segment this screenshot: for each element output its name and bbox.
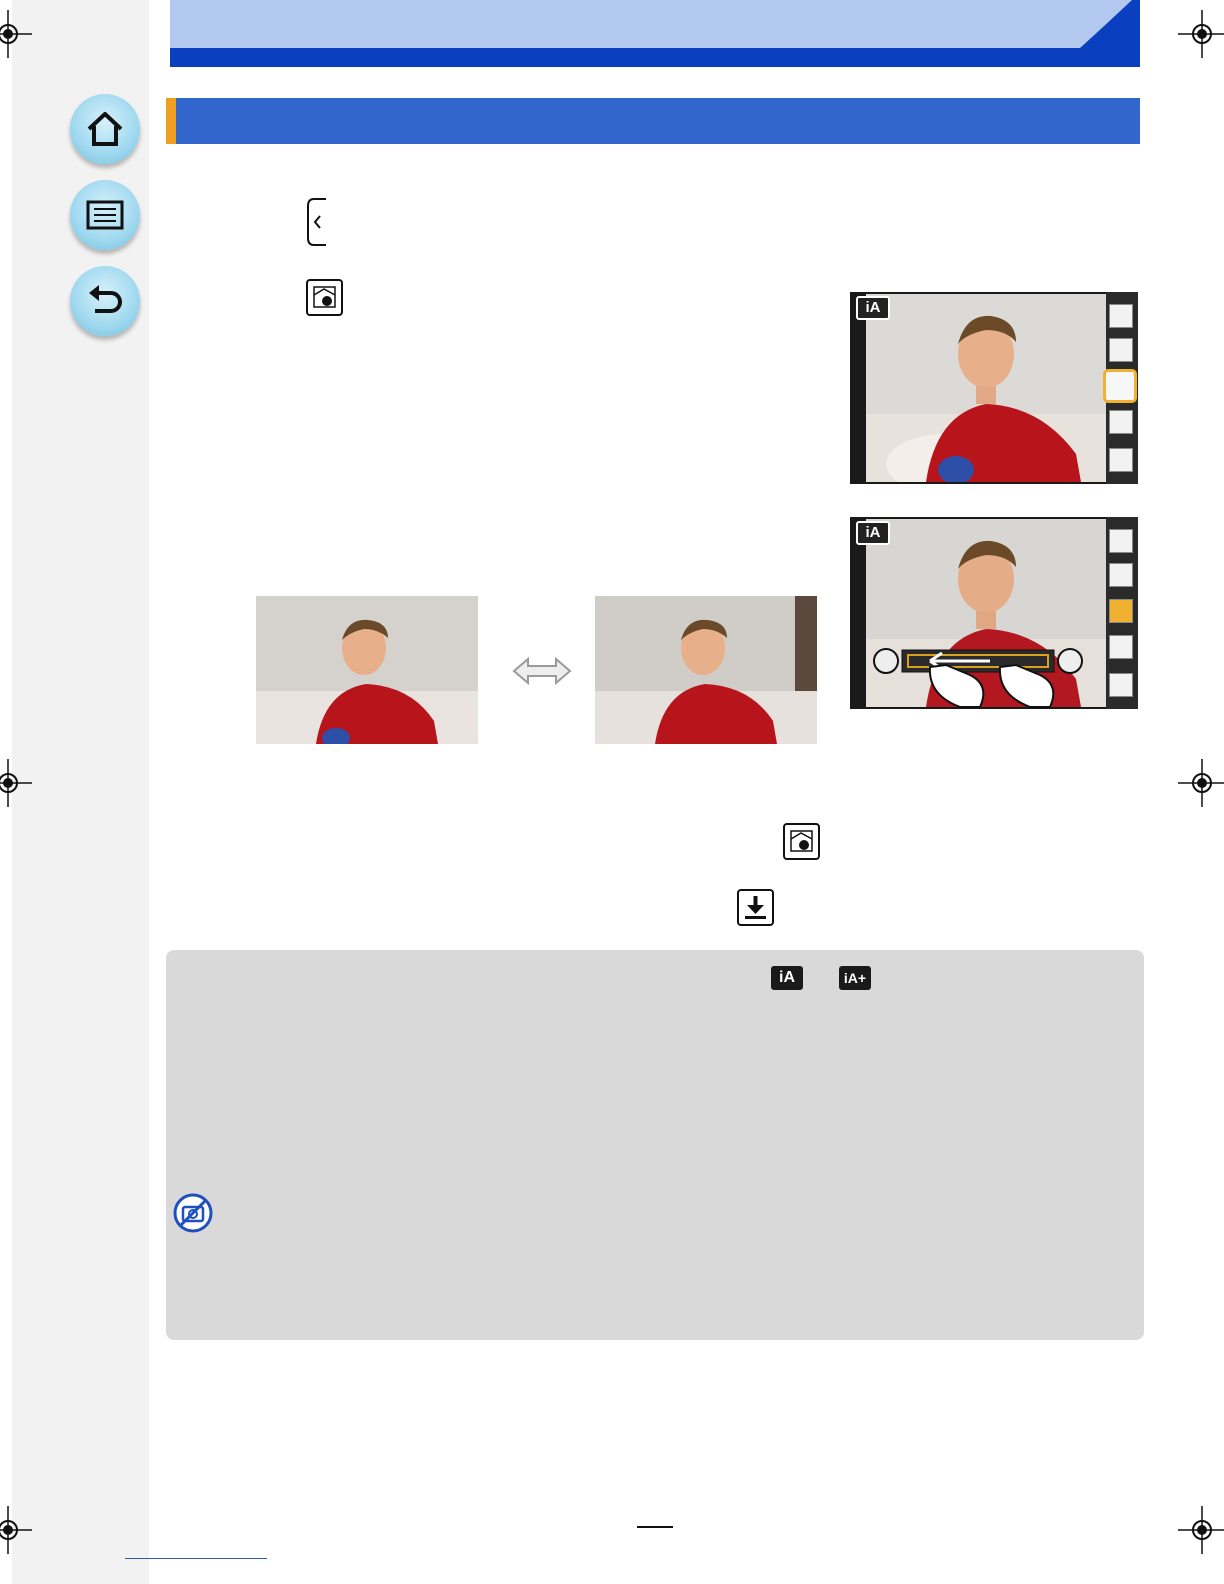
- touch-shutter-off-icon[interactable]: [1109, 338, 1133, 362]
- touch-ae-icon[interactable]: [1109, 635, 1133, 659]
- registration-mark-icon: [1178, 759, 1224, 807]
- boy-photo: [866, 294, 1106, 482]
- section-accent-mark: [166, 98, 176, 144]
- sharp-background-photo: [256, 596, 478, 744]
- footer-link-underline[interactable]: [125, 1558, 267, 1559]
- defocus-control-icon[interactable]: [1109, 599, 1133, 623]
- intelligent-auto-badge: iA: [856, 521, 890, 545]
- section-title-bar: [166, 98, 1140, 144]
- camera-screen-defocus-selected: iA: [850, 292, 1138, 484]
- defocus-control-icon[interactable]: [1103, 369, 1137, 403]
- menu-button[interactable]: [70, 180, 140, 250]
- registration-mark-icon: [0, 759, 32, 807]
- prohibited-camera-icon: [173, 1193, 213, 1233]
- intelligent-auto-badge: iA: [856, 296, 890, 320]
- wifi-icon[interactable]: [1109, 448, 1133, 472]
- notes-panel: iA iA+: [166, 950, 1144, 1340]
- chapter-header-band: [170, 0, 1140, 67]
- intelligent-auto-mode-icon: iA: [771, 966, 803, 990]
- blurred-background-photo: [595, 596, 817, 744]
- defocus-slider[interactable]: [870, 645, 1090, 709]
- intelligent-auto-plus-mode-icon: iA+: [839, 966, 871, 990]
- page-number: [637, 1508, 673, 1528]
- save-download-icon[interactable]: [1109, 563, 1133, 587]
- wifi-icon[interactable]: [1109, 673, 1133, 697]
- defocus-control-icon: [306, 279, 343, 316]
- touch-tab-icon: [307, 198, 326, 246]
- touch-ae-icon[interactable]: [1109, 410, 1133, 434]
- menu-list-icon: [86, 200, 124, 230]
- zoom-tw-icon[interactable]: [1109, 304, 1133, 328]
- double-arrow-icon: [512, 657, 572, 685]
- registration-mark-icon: [0, 10, 32, 58]
- back-arrow-icon: [89, 285, 122, 313]
- zoom-tw-icon[interactable]: [1109, 529, 1133, 553]
- camera-screen-defocus-slider: iA: [850, 517, 1138, 709]
- home-icon: [87, 112, 123, 146]
- registration-mark-icon: [1178, 10, 1224, 58]
- defocus-control-icon: [783, 823, 820, 860]
- home-button[interactable]: [70, 94, 140, 164]
- registration-mark-icon: [0, 1506, 32, 1554]
- save-download-icon: [737, 889, 774, 926]
- back-button[interactable]: [70, 266, 140, 336]
- registration-mark-icon: [1178, 1506, 1224, 1554]
